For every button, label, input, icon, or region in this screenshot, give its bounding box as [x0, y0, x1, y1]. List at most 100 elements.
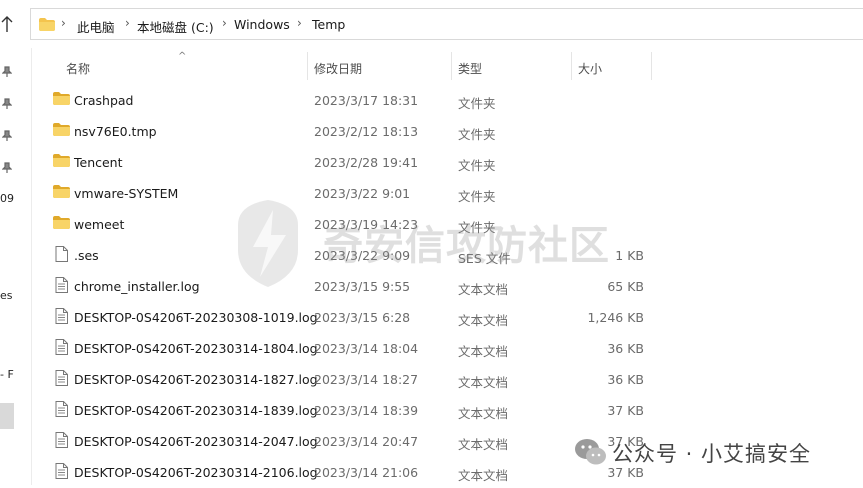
file-modified-date: 2023/3/15 9:55 [314, 279, 411, 294]
file-row[interactable]: Crashpad 2023/3/17 18:31 文件夹 [46, 85, 696, 116]
file-modified-date: 2023/2/12 18:13 [314, 124, 419, 139]
address-bar-row: › 此电脑 › 本地磁盘 (C:) › Windows › Temp [0, 0, 863, 48]
text-document-icon [55, 370, 68, 389]
file-modified-date: 2023/3/22 9:01 [314, 186, 411, 201]
file-name: .ses [74, 248, 99, 263]
column-divider[interactable] [307, 52, 308, 80]
file-name: DESKTOP-0S4206T-20230314-1839.log [74, 403, 318, 418]
file-row[interactable]: nsv76E0.tmp 2023/2/12 18:13 文件夹 [46, 116, 696, 147]
brand-text: 公众号 · 小艾搞安全 [612, 442, 812, 466]
column-header-date[interactable]: 修改日期 [314, 60, 362, 77]
column-header-type[interactable]: 类型 [458, 60, 482, 77]
file-type: 文本文档 [458, 282, 509, 297]
file-row[interactable]: Tencent 2023/2/28 19:41 文件夹 [46, 147, 696, 178]
file-row[interactable]: DESKTOP-0S4206T-20230314-1839.log 2023/3/… [46, 395, 696, 426]
file-row[interactable]: chrome_installer.log 2023/3/15 9:55 文本文档 65… [46, 271, 696, 302]
file-name: DESKTOP-0S4206T-20230314-2047.log [74, 434, 318, 449]
folder-icon [53, 216, 70, 232]
file-name: wemeet [74, 217, 125, 232]
folder-icon [53, 123, 70, 139]
file-name: DESKTOP-0S4206T-20230308-1019.log [74, 310, 318, 325]
file-type: 文件夹 [458, 189, 496, 204]
file-type: 文件夹 [458, 127, 496, 142]
text-document-icon [55, 339, 68, 358]
chevron-right-icon[interactable]: › [297, 16, 302, 30]
file-name: nsv76E0.tmp [74, 124, 157, 139]
chevron-right-icon[interactable]: › [125, 16, 130, 30]
file-modified-date: 2023/3/14 18:04 [314, 341, 419, 356]
file-modified-date: 2023/3/14 21:06 [314, 465, 419, 480]
breadcrumb-windows[interactable]: Windows [234, 17, 290, 32]
file-modified-date: 2023/3/14 20:47 [314, 434, 419, 449]
folder-icon [53, 185, 70, 201]
up-arrow-icon[interactable] [0, 14, 14, 34]
nav-item-fragment[interactable]: - F [0, 368, 14, 381]
file-type: 文本文档 [458, 406, 509, 421]
nav-item-selected[interactable] [0, 403, 14, 429]
file-name: DESKTOP-0S4206T-20230314-1827.log [74, 372, 318, 387]
text-document-icon [55, 308, 68, 327]
text-document-icon [55, 401, 68, 420]
file-type: 文件夹 [458, 96, 496, 111]
folder-icon [53, 92, 70, 108]
file-modified-date: 2023/3/17 18:31 [314, 93, 419, 108]
file-name: Crashpad [74, 93, 134, 108]
file-type: SES 文件 [458, 251, 511, 266]
file-size: 36 KB [607, 341, 644, 356]
file-icon [55, 246, 68, 265]
column-divider[interactable] [651, 52, 652, 80]
column-header-name[interactable]: 名称 [66, 60, 90, 77]
file-size: 36 KB [607, 372, 644, 387]
folder-icon [53, 154, 70, 170]
address-bar[interactable]: › 此电脑 › 本地磁盘 (C:) › Windows › Temp [30, 8, 863, 40]
pin-icon[interactable] [1, 98, 13, 110]
folder-icon [39, 18, 55, 34]
file-modified-date: 2023/3/19 14:23 [314, 217, 419, 232]
file-type: 文本文档 [458, 375, 509, 390]
file-row[interactable]: vmware-SYSTEM 2023/3/22 9:01 文件夹 [46, 178, 696, 209]
column-divider[interactable] [451, 52, 452, 80]
wechat-icon [575, 439, 606, 465]
chevron-right-icon[interactable]: › [222, 16, 227, 30]
navigation-pane: 09 es - F [0, 48, 18, 485]
file-modified-date: 2023/3/22 9:09 [314, 248, 411, 263]
file-modified-date: 2023/3/15 6:28 [314, 310, 411, 325]
file-row[interactable]: DESKTOP-0S4206T-20230314-1827.log 2023/3/… [46, 364, 696, 395]
file-type: 文件夹 [458, 220, 496, 235]
file-type: 文件夹 [458, 158, 496, 173]
text-document-icon [55, 463, 68, 482]
breadcrumb-temp[interactable]: Temp [312, 17, 345, 32]
pane-divider [31, 48, 32, 485]
file-modified-date: 2023/3/14 18:27 [314, 372, 419, 387]
file-name: chrome_installer.log [74, 279, 200, 294]
chevron-right-icon[interactable]: › [61, 16, 66, 30]
file-size: 37 KB [607, 403, 644, 418]
file-row[interactable]: DESKTOP-0S4206T-20230314-1804.log 2023/3/… [46, 333, 696, 364]
file-name: DESKTOP-0S4206T-20230314-2106.log [74, 465, 318, 480]
file-size: 1,246 KB [587, 310, 644, 325]
file-type: 文本文档 [458, 313, 509, 328]
pin-icon[interactable] [1, 162, 13, 174]
pin-icon[interactable] [1, 66, 13, 78]
file-row[interactable]: wemeet 2023/3/19 14:23 文件夹 [46, 209, 696, 240]
file-row[interactable]: DESKTOP-0S4206T-20230308-1019.log 2023/3/… [46, 302, 696, 333]
breadcrumb-this-pc[interactable]: 此电脑 [77, 17, 115, 36]
wechat-brand: 公众号 · 小艾搞安全 [572, 432, 863, 472]
file-row[interactable]: .ses 2023/3/22 9:09 SES 文件 1 KB [46, 240, 696, 271]
breadcrumb-local-disk[interactable]: 本地磁盘 (C:) [137, 17, 214, 36]
file-type: 文本文档 [458, 468, 509, 483]
file-name: vmware-SYSTEM [74, 186, 179, 201]
pin-icon[interactable] [1, 130, 13, 142]
text-document-icon [55, 277, 68, 296]
sort-ascending-icon: ^ [178, 51, 187, 62]
column-divider[interactable] [571, 52, 572, 80]
file-name: DESKTOP-0S4206T-20230314-1804.log [74, 341, 318, 356]
nav-item-fragment[interactable]: 09 [0, 192, 14, 205]
file-type: 文本文档 [458, 344, 509, 359]
file-modified-date: 2023/2/28 19:41 [314, 155, 419, 170]
column-header-size[interactable]: 大小 [578, 60, 602, 77]
file-type: 文本文档 [458, 437, 509, 452]
file-size: 1 KB [615, 248, 644, 263]
file-modified-date: 2023/3/14 18:39 [314, 403, 419, 418]
nav-item-fragment[interactable]: es [0, 289, 13, 302]
